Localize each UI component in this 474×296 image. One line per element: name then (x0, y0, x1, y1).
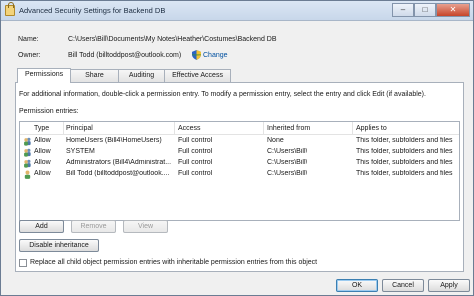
permissions-panel: For additional information, double-click… (15, 82, 464, 272)
change-owner-link[interactable]: Change (203, 52, 228, 59)
column-header-applies-to[interactable]: Applies to (356, 125, 387, 132)
window-title: Advanced Security Settings for Backend D… (19, 6, 166, 15)
column-divider[interactable] (352, 122, 353, 134)
group-icon (24, 159, 31, 168)
group-icon (24, 148, 31, 157)
name-value: C:\Users\Bill\Documents\My Notes\Heather… (68, 36, 277, 43)
minimize-button[interactable]: – (392, 3, 414, 17)
disable-inheritance-button[interactable]: Disable inheritance (19, 239, 99, 252)
access-cell: Full control (178, 170, 213, 177)
user-icon (24, 170, 31, 179)
tab-strip: Permissions Share Auditing Effective Acc… (17, 68, 231, 83)
replace-child-permissions-label[interactable]: Replace all child object permission entr… (30, 259, 317, 266)
column-divider[interactable] (263, 122, 264, 134)
owner-value: Bill Todd (billtoddpost@outlook.com) (68, 52, 182, 59)
inherited-from-cell: C:\Users\Bill\ (267, 148, 308, 155)
info-text: For additional information, double-click… (19, 91, 426, 98)
name-label: Name: (18, 36, 39, 43)
access-cell: Full control (178, 137, 213, 144)
list-header: Type Principal Access Inherited from App… (20, 122, 459, 135)
inherited-from-cell: C:\Users\Bill\ (267, 159, 308, 166)
principal-cell: Administrators (Bill4\Administrat... (66, 159, 172, 166)
principal-cell: HomeUsers (Bill4\HomeUsers) (66, 137, 162, 144)
ok-button[interactable]: OK (336, 279, 378, 292)
applies-to-cell: This folder, subfolders and files (356, 148, 453, 155)
inherited-from-cell: None (267, 137, 284, 144)
applies-to-cell: This folder, subfolders and files (356, 137, 453, 144)
column-header-principal[interactable]: Principal (66, 125, 93, 132)
apply-button[interactable]: Apply (428, 279, 470, 292)
table-row[interactable]: Allow Bill Todd (billtoddpost@outlook...… (20, 169, 459, 180)
remove-button[interactable]: Remove (71, 220, 116, 233)
maximize-button[interactable]: □ (414, 3, 436, 17)
tab-permissions[interactable]: Permissions (17, 68, 72, 83)
group-icon (24, 137, 31, 146)
column-divider[interactable] (63, 122, 64, 134)
add-button[interactable]: Add (19, 220, 64, 233)
table-row[interactable]: Allow HomeUsers (Bill4\HomeUsers) Full c… (20, 136, 459, 147)
access-cell: Full control (178, 148, 213, 155)
principal-cell: SYSTEM (66, 148, 95, 155)
principal-cell: Bill Todd (billtoddpost@outlook.... (66, 170, 170, 177)
column-header-type[interactable]: Type (34, 125, 49, 132)
permission-entries-label: Permission entries: (19, 108, 79, 115)
column-divider[interactable] (174, 122, 175, 134)
permission-entries-list[interactable]: Type Principal Access Inherited from App… (19, 121, 460, 221)
applies-to-cell: This folder, subfolders and files (356, 159, 453, 166)
uac-shield-icon (192, 50, 201, 60)
type-cell: Allow (34, 159, 51, 166)
window-controls: – □ ✕ (392, 3, 470, 17)
replace-child-permissions-checkbox[interactable] (19, 259, 27, 267)
inherited-from-cell: C:\Users\Bill\ (267, 170, 308, 177)
advanced-security-settings-window: Advanced Security Settings for Backend D… (0, 0, 474, 296)
column-header-access[interactable]: Access (178, 125, 201, 132)
close-button[interactable]: ✕ (436, 3, 470, 17)
type-cell: Allow (34, 148, 51, 155)
type-cell: Allow (34, 137, 51, 144)
view-button[interactable]: View (123, 220, 168, 233)
table-row[interactable]: Allow Administrators (Bill4\Administrat.… (20, 158, 459, 169)
tab-share[interactable]: Share (70, 69, 119, 82)
tab-effective-access[interactable]: Effective Access (164, 69, 231, 82)
column-header-inherited-from[interactable]: Inherited from (267, 125, 310, 132)
cancel-button[interactable]: Cancel (382, 279, 424, 292)
applies-to-cell: This folder, subfolders and files (356, 170, 453, 177)
access-cell: Full control (178, 159, 213, 166)
owner-label: Owner: (18, 52, 41, 59)
type-cell: Allow (34, 170, 51, 177)
tab-auditing[interactable]: Auditing (117, 69, 166, 82)
title-bar[interactable]: Advanced Security Settings for Backend D… (1, 1, 473, 21)
table-row[interactable]: Allow SYSTEM Full control C:\Users\Bill\… (20, 147, 459, 158)
lock-icon (5, 2, 15, 16)
